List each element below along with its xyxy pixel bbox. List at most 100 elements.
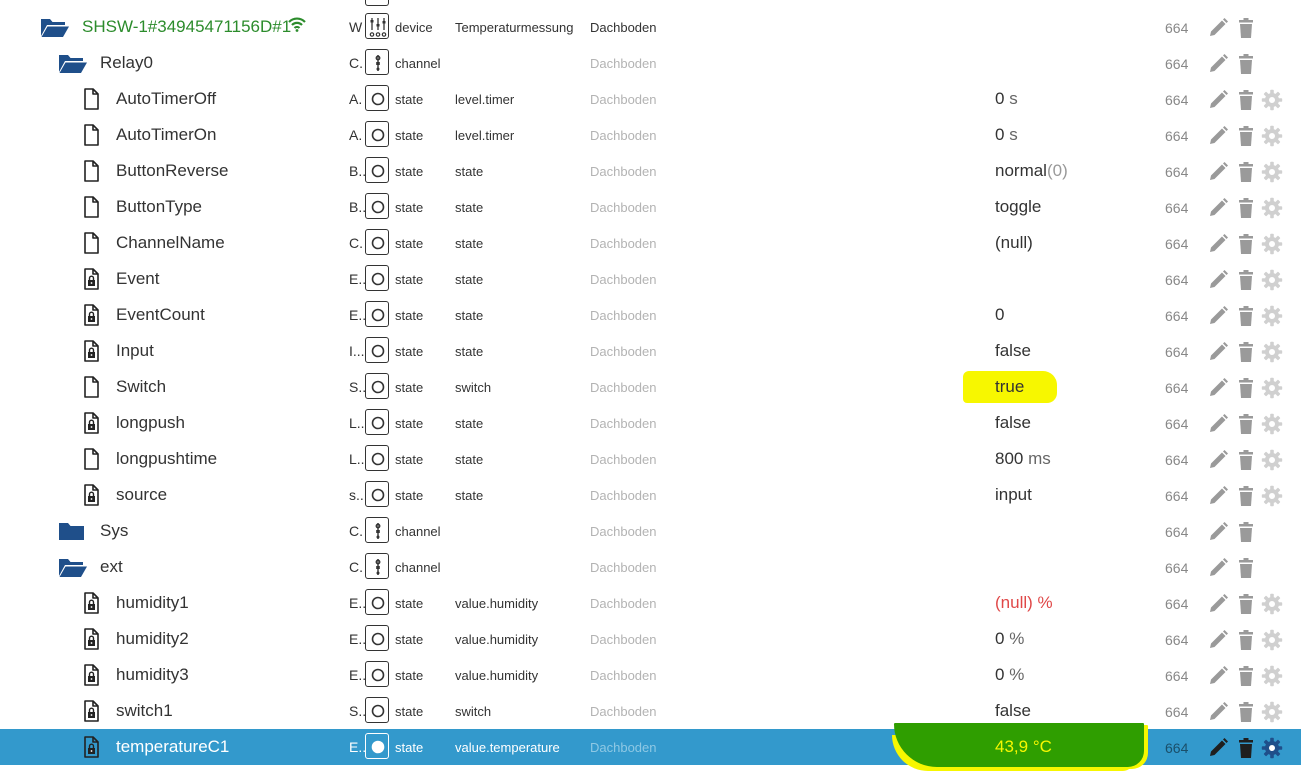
tree-row[interactable]: Switch S.. state switch Dachboden true 664: [0, 369, 1301, 405]
gear-icon[interactable]: [1261, 449, 1283, 471]
file-icon[interactable]: [80, 124, 110, 146]
object-value[interactable]: (null) %: [995, 593, 1053, 613]
delete-icon[interactable]: [1235, 161, 1257, 183]
edit-icon[interactable]: [1207, 557, 1229, 579]
edit-icon[interactable]: [1207, 449, 1229, 471]
object-name[interactable]: AutoTimerOff: [116, 89, 216, 109]
tree-row[interactable]: humidity2 E.. state value.humidity Dachboden…: [0, 621, 1301, 657]
tree-row[interactable]: Input I... state state Dachboden false 664: [0, 333, 1301, 369]
delete-icon[interactable]: [1235, 125, 1257, 147]
file-icon[interactable]: [80, 232, 110, 254]
edit-icon[interactable]: [1207, 593, 1229, 615]
delete-icon[interactable]: [1235, 269, 1257, 291]
gear-icon[interactable]: [1261, 485, 1283, 507]
folder-open-icon[interactable]: [40, 16, 70, 38]
file-lock-icon[interactable]: [80, 484, 110, 506]
object-name[interactable]: SHSW-1#34945471156D#1: [82, 17, 291, 37]
edit-icon[interactable]: [1207, 89, 1229, 111]
tree-row[interactable]: EventCount E.. state state Dachboden 0 664: [0, 297, 1301, 333]
gear-icon[interactable]: [1261, 341, 1283, 363]
object-name[interactable]: Event: [116, 269, 159, 289]
file-lock-icon[interactable]: [80, 340, 110, 362]
delete-icon[interactable]: [1235, 305, 1257, 327]
object-value[interactable]: false: [995, 701, 1031, 721]
gear-icon[interactable]: [1261, 629, 1283, 651]
edit-icon[interactable]: [1207, 341, 1229, 363]
file-lock-icon[interactable]: [80, 304, 110, 326]
object-value[interactable]: false: [995, 413, 1031, 433]
tree-row[interactable]: humidity3 E.. state value.humidity Dachboden…: [0, 657, 1301, 693]
edit-icon[interactable]: [1207, 701, 1229, 723]
edit-icon[interactable]: [1207, 521, 1229, 543]
edit-icon[interactable]: [1207, 485, 1229, 507]
tree-row[interactable]: ButtonType B.. state state Dachboden toggle 66…: [0, 189, 1301, 225]
delete-icon[interactable]: [1235, 89, 1257, 111]
gear-icon[interactable]: [1261, 161, 1283, 183]
tree-row[interactable]: Sys C. channel Dachboden 664: [0, 513, 1301, 549]
object-name[interactable]: Input: [116, 341, 154, 361]
file-icon[interactable]: [80, 88, 110, 110]
object-value[interactable]: toggle: [995, 197, 1041, 217]
object-name[interactable]: temperatureC1: [116, 737, 229, 757]
object-name[interactable]: longpush: [116, 413, 185, 433]
object-name[interactable]: ButtonReverse: [116, 161, 228, 181]
file-lock-icon[interactable]: [80, 736, 110, 758]
delete-icon[interactable]: [1235, 629, 1257, 651]
delete-icon[interactable]: [1235, 701, 1257, 723]
object-value[interactable]: true: [995, 377, 1024, 397]
tree-row[interactable]: AutoTimerOn A. state level.timer Dachboden 0 …: [0, 117, 1301, 153]
tree-row[interactable]: ButtonReverse B.. state state Dachboden norma…: [0, 153, 1301, 189]
object-value[interactable]: 0 %: [995, 665, 1024, 685]
tree-row[interactable]: source s.. state state Dachboden input 664: [0, 477, 1301, 513]
tree-row[interactable]: Event E.. state state Dachboden 664: [0, 261, 1301, 297]
file-lock-icon[interactable]: [80, 628, 110, 650]
delete-icon[interactable]: [1235, 341, 1257, 363]
object-name[interactable]: ButtonType: [116, 197, 202, 217]
edit-icon[interactable]: [1207, 233, 1229, 255]
edit-icon[interactable]: [1207, 197, 1229, 219]
delete-icon[interactable]: [1235, 449, 1257, 471]
delete-icon[interactable]: [1235, 233, 1257, 255]
tree-row[interactable]: ext C. channel Dachboden 664: [0, 549, 1301, 585]
tree-row[interactable]: temperatureC1 E.. state value.temperature Da…: [0, 723, 1301, 767]
file-icon[interactable]: [80, 376, 110, 398]
edit-icon[interactable]: [1207, 377, 1229, 399]
tree-row[interactable]: humidity1 E.. state value.humidity Dachboden…: [0, 585, 1301, 621]
file-lock-icon[interactable]: [80, 412, 110, 434]
edit-icon[interactable]: [1207, 269, 1229, 291]
object-name[interactable]: humidity3: [116, 665, 189, 685]
object-name[interactable]: Switch: [116, 377, 166, 397]
tree-row[interactable]: SHSW-1#34945471156D#1 Wdevice Temperaturme…: [0, 9, 1301, 45]
object-name[interactable]: EventCount: [116, 305, 205, 325]
object-value[interactable]: (null): [995, 233, 1033, 253]
folder-open-icon[interactable]: [58, 556, 88, 578]
gear-icon[interactable]: [1261, 593, 1283, 615]
delete-icon[interactable]: [1235, 377, 1257, 399]
object-value[interactable]: 0 s: [995, 125, 1018, 145]
gear-icon[interactable]: [1261, 305, 1283, 327]
gear-icon[interactable]: [1261, 269, 1283, 291]
edit-icon[interactable]: [1207, 125, 1229, 147]
edit-icon[interactable]: [1207, 17, 1229, 39]
tree-row[interactable]: AutoTimerOff A. state level.timer Dachboden 0…: [0, 81, 1301, 117]
file-lock-icon[interactable]: [80, 592, 110, 614]
gear-icon[interactable]: [1261, 125, 1283, 147]
object-value[interactable]: normal(0): [995, 161, 1068, 181]
delete-icon[interactable]: [1235, 557, 1257, 579]
object-name[interactable]: longpushtime: [116, 449, 217, 469]
object-value[interactable]: input: [995, 485, 1032, 505]
gear-icon[interactable]: [1261, 197, 1283, 219]
object-name[interactable]: source: [116, 485, 167, 505]
file-lock-icon[interactable]: [80, 664, 110, 686]
object-name[interactable]: ext: [100, 557, 123, 577]
object-value[interactable]: 43,9 °C: [995, 737, 1052, 757]
object-name[interactable]: switch1: [116, 701, 173, 721]
edit-icon[interactable]: [1207, 665, 1229, 687]
delete-icon[interactable]: [1235, 521, 1257, 543]
edit-icon[interactable]: [1207, 413, 1229, 435]
object-name[interactable]: humidity2: [116, 629, 189, 649]
file-lock-icon[interactable]: [80, 268, 110, 290]
file-icon[interactable]: [80, 196, 110, 218]
object-name[interactable]: Relay0: [100, 53, 153, 73]
delete-icon[interactable]: [1235, 53, 1257, 75]
